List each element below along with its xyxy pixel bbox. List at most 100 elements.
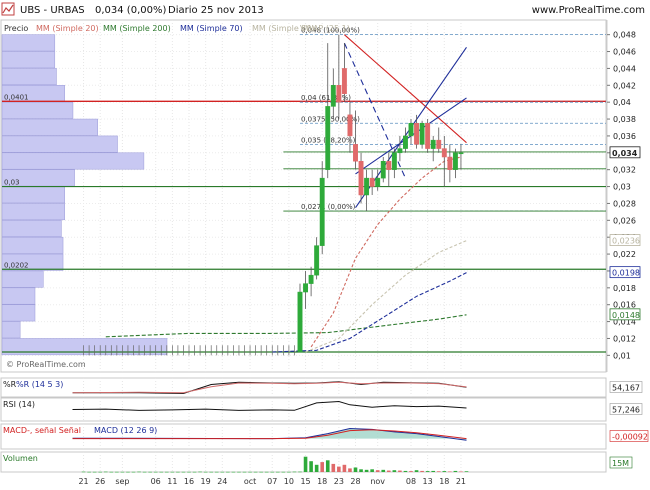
volume-profile-bar [1, 203, 65, 221]
volume-profile-bar [1, 220, 62, 237]
candle-body [375, 177, 381, 187]
x-axis-label: sep [115, 477, 129, 486]
x-axis-label: 18 [439, 477, 449, 486]
price-axis-label: 0,038 [613, 115, 636, 124]
candle-body [458, 152, 464, 155]
price-axis-label: 0,016 [613, 301, 636, 310]
fib-level-label: 0,04 (61,80%) [301, 94, 351, 102]
volume-bar [231, 471, 236, 473]
x-axis-label: 18 [317, 477, 327, 486]
candle-body [386, 160, 392, 170]
volume-bar [220, 471, 225, 473]
candle-body [391, 152, 397, 170]
volume-bar [414, 470, 419, 472]
x-axis-label: 23 [334, 477, 344, 486]
candle-body [414, 123, 420, 145]
x-axis-label: 07 [267, 477, 277, 486]
volume-bar [226, 471, 230, 473]
volume-bar [81, 471, 86, 473]
volume-bar [303, 456, 308, 472]
volume-profile-bar [1, 287, 36, 305]
volume-bar [153, 471, 158, 473]
volume-bar [342, 464, 347, 472]
volume-bar [448, 471, 452, 473]
candle-body [452, 152, 458, 170]
volume-bar [309, 461, 313, 472]
volume-bar [409, 471, 413, 472]
x-axis-label: 13 [423, 477, 433, 486]
candle-body [330, 85, 336, 107]
volume-bar [209, 471, 213, 473]
volume-profile-bar [1, 304, 36, 322]
volume-bar [464, 471, 469, 472]
candle-body [353, 144, 358, 162]
volume-bar [92, 471, 97, 473]
volume-bar [387, 470, 391, 472]
volume-bar [320, 462, 324, 472]
price-axis-label: 0,032 [613, 166, 636, 175]
price-axis-label: 0,042 [613, 81, 636, 90]
volume-bar [126, 471, 130, 473]
volume-bar [331, 463, 336, 472]
fib-level-label: 0,0271 (0,00%) [301, 203, 356, 211]
volume-bar [370, 469, 374, 472]
volume-bar [431, 470, 435, 472]
candle-body [303, 283, 309, 293]
volume-bar [214, 471, 219, 473]
watermark-label: © ProRealTime.com [6, 360, 86, 369]
williams-r-title: %R [3, 380, 17, 389]
volume-bar [348, 468, 352, 472]
price-axis-label: 0,018 [613, 284, 636, 293]
volume-profile-bar [1, 68, 57, 86]
candle-body [314, 245, 320, 276]
volume-profile-bar [1, 34, 56, 52]
volume-bar [276, 471, 280, 473]
legend-item: Precio [4, 24, 28, 33]
candle-body [425, 123, 431, 149]
candle-body [347, 114, 353, 137]
volume-bar [159, 471, 164, 473]
x-axis-label: 28 [350, 477, 360, 486]
candle-body [430, 139, 436, 149]
volume-bar [420, 470, 424, 472]
volume-bar [109, 471, 114, 473]
volume-bar [248, 471, 252, 473]
volume-bar [259, 471, 263, 473]
candle-body [319, 177, 325, 246]
chart-window: UBS - URBAS 0,034 (0,00%) Diario 25 nov … [0, 0, 650, 490]
price-tag-label: 0,0236 [612, 237, 640, 246]
candle-body [408, 123, 414, 137]
volume-bar [192, 471, 197, 473]
x-axis-label: 15 [300, 477, 310, 486]
volume-bar [270, 471, 275, 473]
volume-bar [381, 469, 386, 472]
volume-title: Volumen [3, 454, 38, 463]
volume-profile-bar [1, 270, 44, 288]
price-axis-label: 0,01 [613, 351, 631, 360]
candle-body [341, 68, 347, 94]
volume-profile-bar [1, 135, 118, 153]
legend-item: VWAP (25,1) [300, 24, 350, 33]
volume-bar [364, 469, 369, 472]
price-axis-label: 0,012 [613, 334, 636, 343]
candle-body [358, 160, 364, 196]
williams-r-value-label: 54,167 [612, 384, 640, 393]
x-axis-label: 11 [167, 477, 177, 486]
volume-bar [292, 471, 297, 473]
candle-body [297, 291, 303, 353]
legend-item: MM (Simple 70) [180, 24, 243, 33]
x-axis-label: 24 [217, 477, 227, 486]
horizontal-level-label: 0,0401 [4, 93, 29, 101]
x-axis-label: 08 [406, 477, 416, 486]
volume-bar [120, 471, 125, 473]
volume-profile-bar [1, 101, 74, 119]
volume-bar [425, 471, 430, 472]
volume-bar [181, 471, 186, 473]
volume-bar [137, 471, 141, 473]
price-chart[interactable]: 0,04010,030,02020,048 (100,00%)0,04 (61,… [0, 0, 650, 490]
volume-bar [103, 471, 108, 473]
horizontal-level-label: 0,03 [4, 179, 20, 187]
volume-profile-bar [1, 236, 64, 254]
macd-title2: MACD (12 26 9) [94, 426, 157, 435]
macd-title: MACD-, señal Señal [3, 426, 81, 435]
